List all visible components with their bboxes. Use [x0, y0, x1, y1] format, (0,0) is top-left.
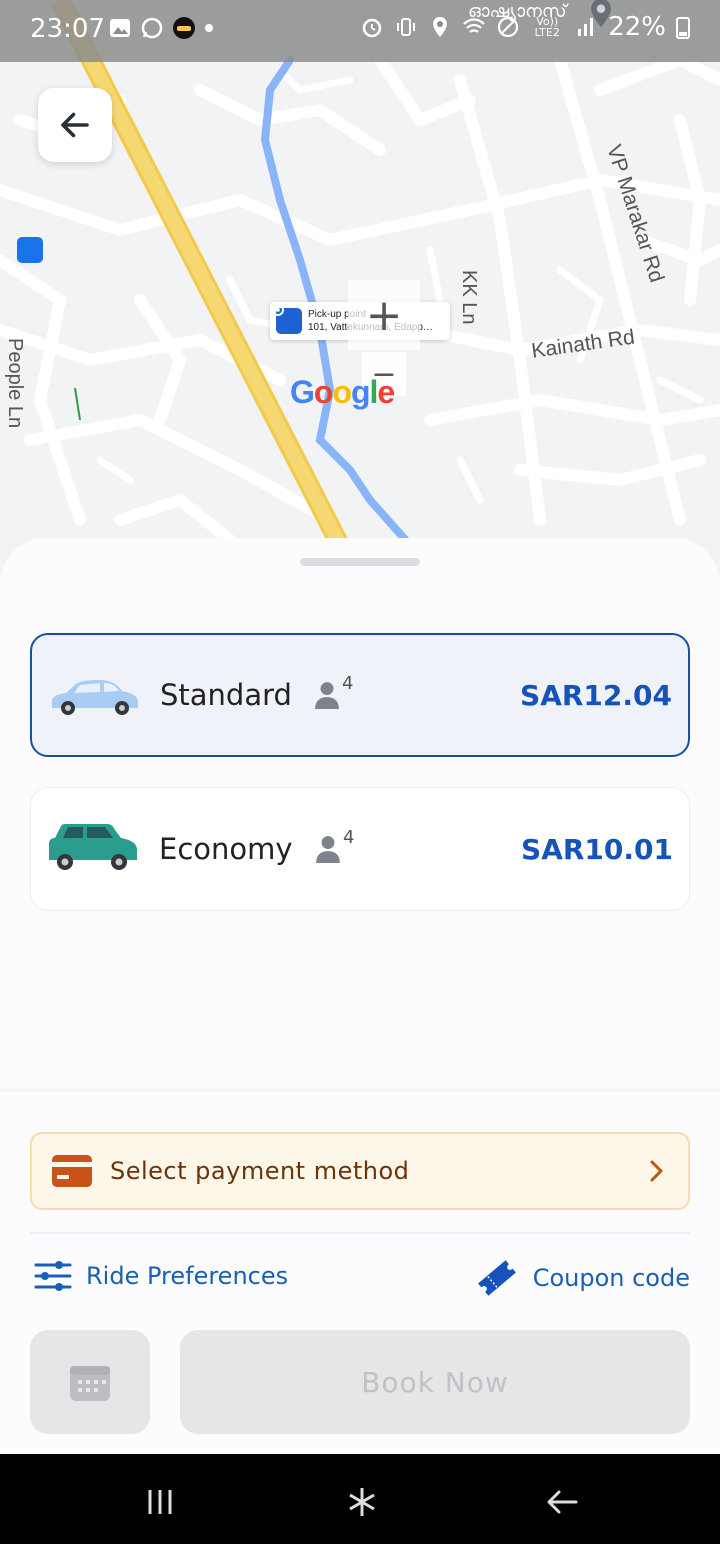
seat-count: 4 — [342, 673, 354, 694]
ride-preferences-button[interactable]: Ride Preferences — [34, 1260, 288, 1292]
zoom-in-button[interactable]: + — [348, 280, 420, 350]
battery-icon — [676, 17, 690, 39]
recent-apps-icon[interactable] — [146, 1488, 174, 1516]
pickup-pin-icon — [272, 304, 302, 334]
ride-option-economy[interactable]: Economy 4 SAR10.01 — [30, 787, 690, 911]
map-label-people-ln: People Ln — [4, 338, 26, 429]
map-label-kk-ln: KK Ln — [458, 270, 480, 325]
seat-capacity: 4 — [314, 673, 353, 709]
seat-capacity: 4 — [315, 827, 354, 863]
divider — [30, 1232, 690, 1234]
taxi-app-icon — [173, 17, 195, 39]
ride-preferences-label: Ride Preferences — [86, 1262, 289, 1290]
location-icon — [433, 17, 448, 37]
back-button[interactable] — [38, 88, 112, 162]
coupon-code-button[interactable]: Coupon code — [475, 1256, 690, 1300]
alarm-icon — [362, 18, 382, 38]
map-place-pin-icon — [591, 0, 611, 28]
ticket-icon — [477, 1260, 516, 1296]
back-nav-icon[interactable] — [546, 1488, 578, 1516]
ride-price: SAR12.04 — [520, 678, 672, 712]
notification-dot-icon — [205, 24, 213, 32]
vibrate-icon — [397, 18, 416, 36]
book-now-button[interactable]: Book Now — [180, 1330, 690, 1434]
seat-count: 4 — [343, 827, 355, 848]
google-logo: Google — [290, 374, 395, 410]
economy-car-icon — [49, 824, 137, 870]
whatsapp-icon — [141, 17, 163, 39]
map-view[interactable]: KK Ln VP Marakar Rd Kainath Rd People Ln… — [0, 0, 720, 600]
sheet-drag-handle[interactable] — [300, 558, 420, 566]
credit-card-icon — [52, 1155, 92, 1187]
payment-method-label: Select payment method — [110, 1157, 410, 1185]
status-bar: 23:07 Vo)) LTE2 22% ഓഷ്യാനസ് — [0, 0, 720, 62]
ride-name: Standard — [160, 678, 292, 712]
ride-name: Economy — [159, 832, 293, 866]
calendar-icon — [70, 1366, 110, 1401]
schedule-ride-button[interactable] — [30, 1330, 150, 1434]
standard-car-icon — [52, 680, 138, 715]
coupon-code-label: Coupon code — [532, 1264, 690, 1292]
sliders-icon — [34, 1261, 72, 1291]
select-payment-method-button[interactable]: Select payment method — [30, 1132, 690, 1210]
person-icon — [315, 682, 339, 709]
ride-selection-sheet: Standard 4 SAR12.04 Economy 4 SAR10.01 S… — [0, 538, 720, 1454]
person-icon — [316, 836, 340, 863]
map-place-label: ഓഷ്യാനസ് — [468, 1, 567, 22]
home-icon[interactable] — [346, 1486, 378, 1518]
section-divider — [0, 1088, 720, 1092]
ride-option-standard[interactable]: Standard 4 SAR12.04 — [30, 633, 690, 757]
bus-stop-icon — [17, 237, 43, 263]
status-time: 23:07 — [30, 14, 105, 44]
chevron-right-icon — [650, 1160, 663, 1182]
status-notification-icons — [108, 16, 214, 40]
ride-price: SAR10.01 — [521, 832, 673, 866]
system-navigation-bar — [0, 1454, 720, 1544]
arrow-left-icon — [61, 112, 89, 138]
gallery-icon — [110, 19, 130, 37]
